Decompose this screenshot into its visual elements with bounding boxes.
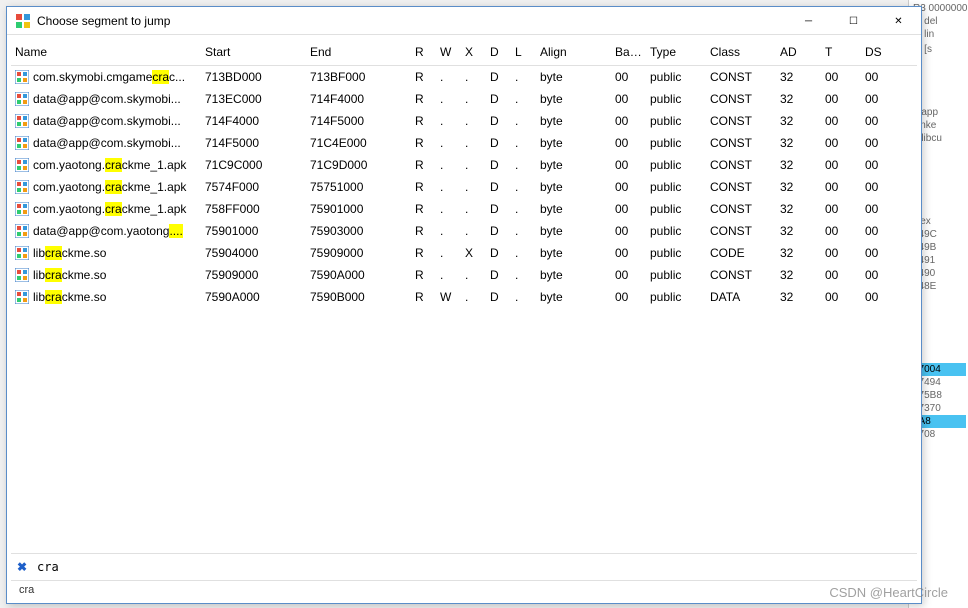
segment-icon: [15, 224, 29, 238]
segment-row[interactable]: com.skymobi.cmgamecrac...713BD000713BF00…: [11, 66, 917, 88]
header-ds[interactable]: DS: [861, 43, 901, 61]
header-type[interactable]: Type: [646, 43, 706, 61]
column-headers: Name Start End R W X D L Align Base Type…: [11, 39, 917, 66]
segment-icon: [15, 180, 29, 194]
segment-row[interactable]: com.yaotong.crackme_1.apk758FF0007590100…: [11, 198, 917, 220]
segment-name: libcrackme.so: [33, 246, 106, 260]
segment-name: data@app@com.skymobi...: [33, 136, 181, 150]
segment-icon: [15, 70, 29, 84]
segment-row[interactable]: libcrackme.so7590400075909000R.XD.byte00…: [11, 242, 917, 264]
header-start[interactable]: Start: [201, 43, 306, 61]
header-base[interactable]: Base: [611, 43, 646, 61]
segment-name: libcrackme.so: [33, 290, 106, 304]
segment-name: data@app@com.yaotong....: [33, 224, 183, 238]
header-r[interactable]: R: [411, 43, 436, 61]
segment-row[interactable]: data@app@com.skymobi...714F4000714F5000R…: [11, 110, 917, 132]
watermark: CSDN @HeartCircle: [829, 585, 948, 600]
segment-row[interactable]: com.yaotong.crackme_1.apk7574F0007575100…: [11, 176, 917, 198]
header-name[interactable]: Name: [11, 43, 201, 61]
segment-row[interactable]: data@app@com.skymobi...713EC000714F4000R…: [11, 88, 917, 110]
segment-icon: [15, 246, 29, 260]
app-icon: [15, 13, 31, 29]
segment-name: libcrackme.so: [33, 268, 106, 282]
header-align[interactable]: Align: [536, 43, 611, 61]
segment-icon: [15, 158, 29, 172]
header-w[interactable]: W: [436, 43, 461, 61]
segment-icon: [15, 290, 29, 304]
segment-row[interactable]: com.yaotong.crackme_1.apk71C9C00071C9D00…: [11, 154, 917, 176]
header-d[interactable]: D: [486, 43, 511, 61]
window-controls: ─ ☐ ✕: [786, 7, 921, 34]
segment-icon: [15, 268, 29, 282]
status-bar: cra: [11, 580, 917, 599]
segment-name: com.yaotong.crackme_1.apk: [33, 158, 186, 172]
segment-row[interactable]: libcrackme.so7590A0007590B000RW.D.byte00…: [11, 286, 917, 308]
segment-icon: [15, 202, 29, 216]
window-title: Choose segment to jump: [37, 14, 786, 28]
header-t[interactable]: T: [821, 43, 861, 61]
filter-bar: ✖: [11, 553, 917, 580]
segment-row[interactable]: libcrackme.so759090007590A000R..D.byte00…: [11, 264, 917, 286]
header-x[interactable]: X: [461, 43, 486, 61]
segment-icon: [15, 114, 29, 128]
maximize-button[interactable]: ☐: [831, 7, 876, 35]
header-end[interactable]: End: [306, 43, 411, 61]
segment-row[interactable]: data@app@com.skymobi...714F500071C4E000R…: [11, 132, 917, 154]
segment-row[interactable]: data@app@com.yaotong....7590100075903000…: [11, 220, 917, 242]
minimize-button[interactable]: ─: [786, 7, 831, 35]
close-button[interactable]: ✕: [876, 7, 921, 35]
titlebar[interactable]: Choose segment to jump ─ ☐ ✕: [7, 7, 921, 35]
segment-list[interactable]: com.skymobi.cmgamecrac...713BD000713BF00…: [11, 66, 917, 553]
header-ad[interactable]: AD: [776, 43, 821, 61]
header-l[interactable]: L: [511, 43, 536, 61]
header-class[interactable]: Class: [706, 43, 776, 61]
segment-icon: [15, 92, 29, 106]
segment-name: com.skymobi.cmgamecrac...: [33, 70, 185, 84]
segment-name: data@app@com.skymobi...: [33, 92, 181, 106]
segment-name: data@app@com.skymobi...: [33, 114, 181, 128]
clear-filter-icon[interactable]: ✖: [15, 560, 29, 574]
segment-icon: [15, 136, 29, 150]
segment-name: com.yaotong.crackme_1.apk: [33, 180, 186, 194]
content-area: Name Start End R W X D L Align Base Type…: [7, 35, 921, 603]
segment-chooser-dialog: Choose segment to jump ─ ☐ ✕ Name Start …: [6, 6, 922, 604]
filter-input[interactable]: [35, 558, 913, 576]
segment-name: com.yaotong.crackme_1.apk: [33, 202, 186, 216]
